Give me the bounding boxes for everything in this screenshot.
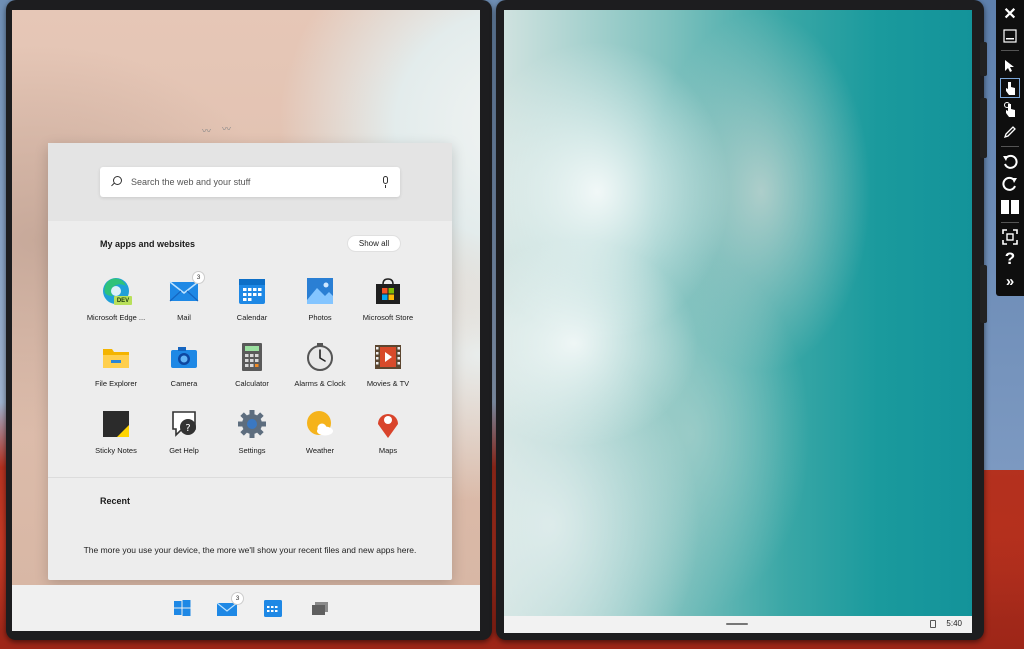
app-tile-settings[interactable]: Settings [218, 409, 286, 467]
svg-text:?: ? [185, 423, 190, 434]
app-label: Microsoft Edge ... [86, 313, 146, 322]
taskbar-mail-badge: 3 [232, 593, 243, 604]
app-tile-camera[interactable]: Camera [150, 342, 218, 400]
app-tile-alarms[interactable]: Alarms & Clock [286, 342, 354, 400]
search-input[interactable] [131, 177, 371, 187]
map-pin-icon [373, 409, 403, 439]
app-label: Sticky Notes [95, 446, 137, 455]
emulator-toolbar: ✕ ? » [996, 0, 1024, 296]
camera-icon [169, 342, 199, 372]
minimize-icon[interactable] [1000, 26, 1020, 46]
multi-touch-icon[interactable] [1000, 100, 1020, 120]
app-tile-weather[interactable]: Weather [286, 409, 354, 467]
taskbar-mail-icon[interactable]: 3 [216, 593, 243, 618]
rotate-left-icon[interactable] [1000, 152, 1020, 172]
app-label: Calendar [236, 313, 268, 322]
calendar-icon [237, 276, 267, 306]
windows-start-icon[interactable] [172, 598, 192, 618]
app-label: Microsoft Store [362, 313, 414, 322]
recent-empty-message: The more you use your device, the more w… [83, 545, 417, 555]
sticky-note-icon [101, 409, 131, 439]
app-label: Photos [308, 313, 332, 322]
pen-icon[interactable] [1000, 122, 1020, 142]
search-box[interactable] [100, 167, 400, 197]
dual-screen-icon[interactable] [1000, 197, 1020, 217]
app-tile-file-explorer[interactable]: File Explorer [82, 342, 150, 400]
help-icon: ? [169, 409, 199, 439]
app-tile-maps[interactable]: Maps [354, 409, 422, 467]
app-label: Weather [305, 446, 335, 455]
app-tile-get-help[interactable]: ? Get Help [150, 409, 218, 467]
section-divider [48, 477, 452, 478]
app-tile-calendar[interactable]: Calendar [218, 276, 286, 334]
mail-icon: 3 [169, 272, 204, 306]
side-button [980, 42, 987, 76]
store-icon [373, 276, 403, 306]
edge-dev-icon: DEV [101, 276, 132, 306]
gear-icon [237, 409, 267, 439]
right-status-bar: 5:40 [504, 616, 972, 633]
gesture-handle[interactable] [726, 623, 748, 625]
help-icon[interactable]: ? [1000, 249, 1020, 269]
search-icon [111, 176, 123, 188]
battery-icon [930, 620, 936, 628]
side-button [980, 265, 987, 323]
microphone-icon[interactable] [382, 176, 389, 189]
clock-icon [305, 342, 335, 372]
mail-badge: 3 [193, 272, 204, 283]
app-label: Mail [177, 313, 191, 322]
start-panel: My apps and websites Show all DEV Micros… [48, 143, 452, 580]
app-tile-store[interactable]: Microsoft Store [354, 276, 422, 334]
toolbar-separator [1001, 146, 1019, 147]
bird-icon: 〰 [202, 126, 212, 136]
app-label: Alarms & Clock [294, 379, 346, 388]
app-tile-edge[interactable]: DEV Microsoft Edge ... [82, 276, 150, 334]
toolbar-separator [1001, 50, 1019, 51]
film-icon [373, 342, 403, 372]
app-label: File Explorer [94, 379, 138, 388]
chevron-double-right-icon[interactable]: » [1000, 271, 1020, 291]
app-label: Maps [378, 446, 398, 455]
close-icon[interactable]: ✕ [1000, 4, 1020, 24]
single-touch-icon[interactable] [1000, 78, 1020, 98]
dev-label: DEV [114, 296, 132, 305]
bird-icon: 〰 [222, 124, 232, 134]
recent-section-title: Recent [100, 496, 131, 506]
show-all-button[interactable]: Show all [348, 236, 400, 251]
app-label: Get Help [169, 446, 199, 455]
app-tile-movies[interactable]: Movies & TV [354, 342, 422, 400]
toolbar-separator [1001, 222, 1019, 223]
calculator-icon [237, 342, 267, 372]
mouse-pointer-icon[interactable] [1000, 56, 1020, 76]
fit-to-screen-icon[interactable] [1000, 227, 1020, 247]
folder-icon [101, 342, 131, 372]
app-tile-calculator[interactable]: Calculator [218, 342, 286, 400]
side-button [980, 98, 987, 158]
taskbar: 3 [12, 585, 480, 631]
weather-icon [305, 409, 335, 439]
app-tile-mail[interactable]: 3 Mail [150, 272, 218, 334]
app-tile-photos[interactable]: Photos [286, 276, 354, 334]
task-view-icon[interactable] [310, 598, 330, 618]
app-label: Calculator [235, 379, 269, 388]
rotate-right-icon[interactable] [1000, 174, 1020, 194]
apps-section-title: My apps and websites [100, 239, 196, 249]
app-tile-sticky-notes[interactable]: Sticky Notes [82, 409, 150, 467]
right-wallpaper [504, 10, 972, 616]
taskbar-calendar-icon[interactable] [263, 598, 283, 618]
clock: 5:40 [946, 619, 962, 628]
photos-icon [305, 276, 335, 306]
app-label: Settings [238, 446, 266, 455]
app-label: Movies & TV [366, 379, 410, 388]
app-label: Camera [170, 379, 198, 388]
